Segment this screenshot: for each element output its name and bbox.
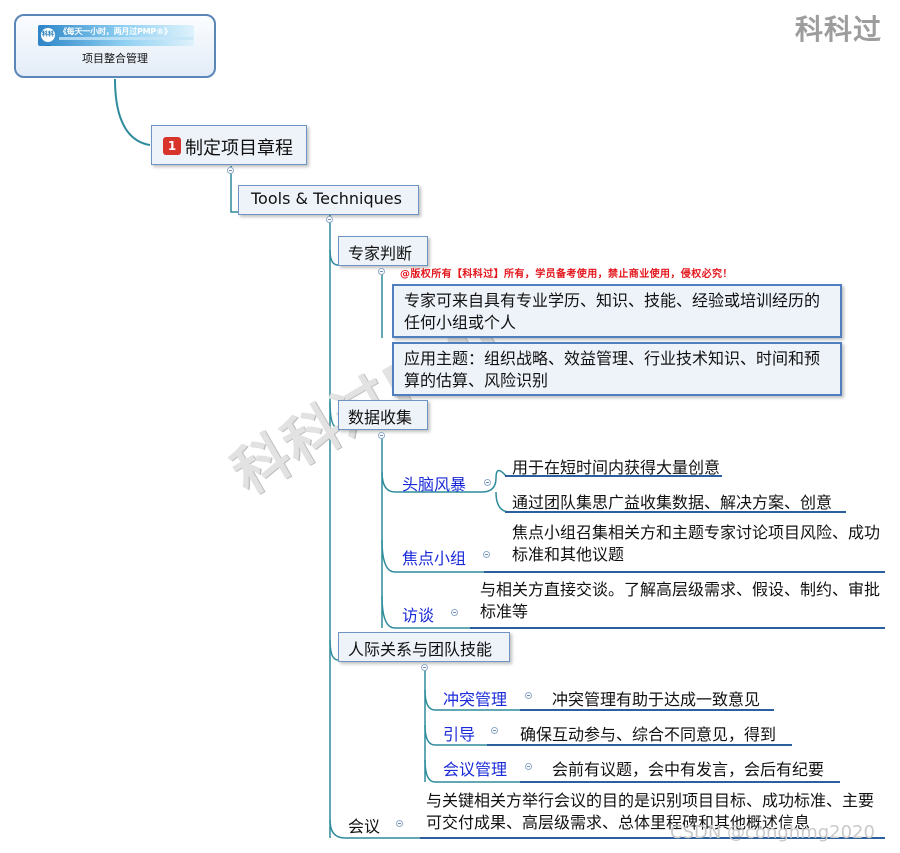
conflict-desc: 冲突管理有助于达成一致意见 bbox=[552, 690, 761, 709]
interpersonal-label: 人际关系与团队技能 bbox=[348, 640, 493, 659]
trunk-to-meetings bbox=[329, 819, 440, 839]
collapse-toggle-icon[interactable] bbox=[525, 692, 532, 699]
conflict-label[interactable]: 冲突管理 bbox=[443, 686, 507, 710]
meeting-mgmt-desc: 会前有议题，会中有发言，会后有纪要 bbox=[552, 760, 825, 779]
trunk-to-interpersonal bbox=[329, 639, 339, 661]
collapse-toggle-icon[interactable] bbox=[525, 763, 532, 770]
collapse-toggle-icon[interactable] bbox=[396, 820, 403, 827]
banner-subline bbox=[59, 37, 193, 40]
interview-desc: 与相关方直接交谈。了解高层级需求、假设、制约、审批标准等 bbox=[480, 580, 881, 621]
copyright-notice: @版权所有【科科过】所有，学员备考使用，禁止商业使用，侵权必究！ bbox=[400, 269, 733, 280]
focus-group-label[interactable]: 焦点小组 bbox=[402, 545, 466, 569]
credit-watermark: CSDN @conghmg2020 bbox=[670, 822, 875, 843]
trunk-to-expert bbox=[329, 249, 339, 266]
root-topic[interactable] bbox=[14, 14, 216, 78]
collapse-toggle-icon[interactable] bbox=[451, 609, 458, 616]
interview-label[interactable]: 访谈 bbox=[402, 602, 434, 626]
expert-desc-1: 专家可来自具有专业学历、知识、技能、经验或培训经历的任何小组或个人 bbox=[392, 284, 842, 338]
central-label: 制定项目章程 bbox=[185, 138, 293, 159]
brainstorm-fork-2 bbox=[495, 491, 511, 513]
tools-label: Tools & Techniques bbox=[251, 189, 402, 208]
collapse-toggle-icon[interactable] bbox=[484, 479, 491, 486]
banner-logo: 科科过 bbox=[41, 28, 55, 46]
collapse-toggle-icon[interactable] bbox=[326, 216, 333, 223]
focus-group-desc: 焦点小组召集相关方和主题专家讨论项目风险、成功标准和其他议题 bbox=[512, 523, 881, 564]
collapse-toggle-icon[interactable] bbox=[483, 551, 490, 558]
facilitation-desc: 确保互动参与、综合不同意见，得到 bbox=[520, 725, 777, 744]
root-banner: 科科过 《每天一小时，两月过PMP®》 bbox=[38, 25, 194, 46]
collapse-toggle-icon[interactable] bbox=[491, 727, 498, 734]
brainstorm-item-1: 用于在短时间内获得大量创意 bbox=[512, 458, 721, 477]
meetings-label[interactable]: 会议 bbox=[348, 813, 380, 837]
meeting-mgmt-label[interactable]: 会议管理 bbox=[443, 756, 507, 780]
collapse-toggle-icon[interactable] bbox=[378, 268, 385, 275]
banner-text: 《每天一小时，两月过PMP®》 bbox=[59, 27, 172, 36]
expert-label: 专家判断 bbox=[348, 244, 413, 263]
root-to-central-connector bbox=[114, 78, 151, 146]
brainstorm-label[interactable]: 头脑风暴 bbox=[402, 471, 466, 495]
expert-desc-2: 应用主题：组织战略、效益管理、行业技术知识、时间和预算的估算、风险识别 bbox=[392, 342, 842, 396]
facilitation-label[interactable]: 引导 bbox=[443, 721, 475, 745]
root-label: 项目整合管理 bbox=[82, 52, 148, 65]
brand-logo-text: 科科过 bbox=[795, 13, 883, 46]
brainstorm-item-2: 通过团队集思广益收集数据、解决方案、创意 bbox=[512, 493, 833, 512]
collapse-toggle-icon[interactable] bbox=[421, 664, 428, 671]
priority-badge: 1 bbox=[163, 137, 181, 155]
collapse-toggle-icon[interactable] bbox=[227, 167, 234, 174]
data-collection-label: 数据收集 bbox=[348, 408, 413, 427]
collapse-toggle-icon[interactable] bbox=[378, 432, 385, 439]
